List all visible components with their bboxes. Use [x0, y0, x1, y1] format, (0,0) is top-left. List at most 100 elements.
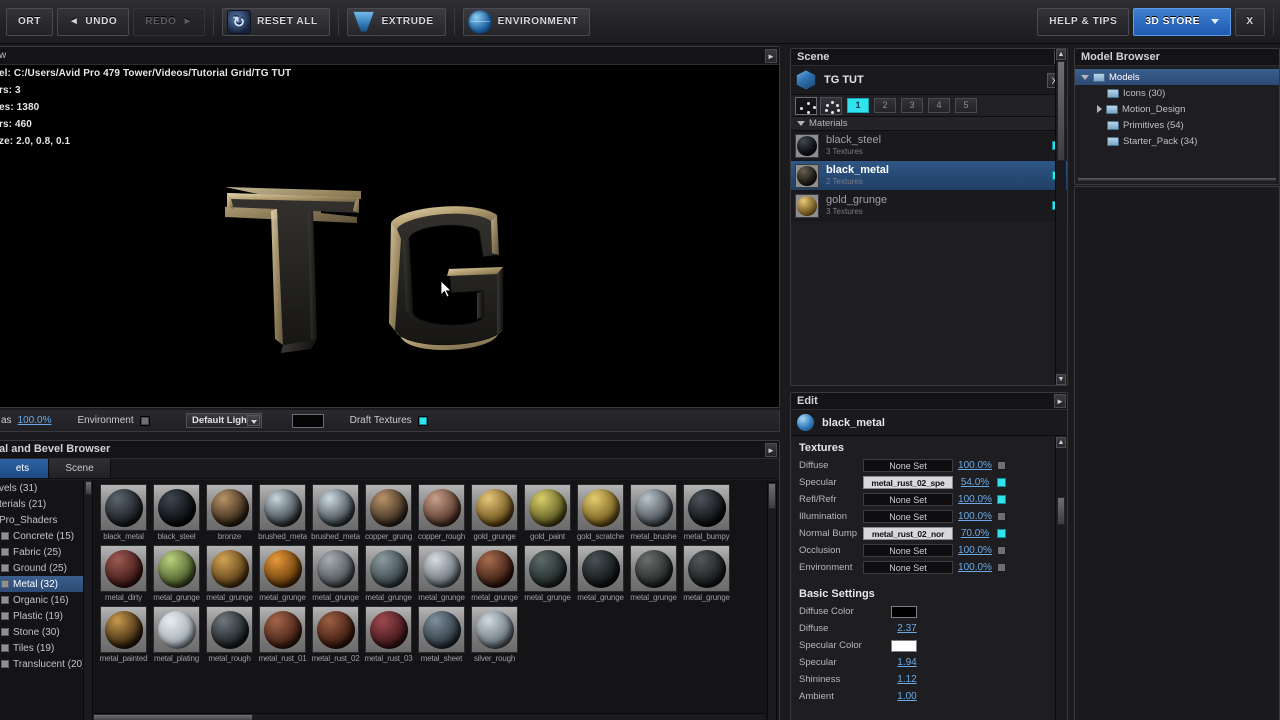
material-thumbnail-cell[interactable]: metal_grunge	[521, 545, 574, 602]
texture-map-field[interactable]: metal_rust_02_spe	[863, 476, 953, 489]
material-thumbnail-cell[interactable]: metal_grunge	[680, 545, 733, 602]
layer-button-3[interactable]: 3	[901, 98, 923, 113]
basic-setting-value[interactable]: 2.37	[877, 623, 937, 634]
help-and-tips-button[interactable]: HELP & TIPS	[1037, 7, 1130, 36]
material-thumbnail-cell[interactable]: metal_rust_03	[362, 606, 415, 663]
texture-enable-checkbox[interactable]	[997, 495, 1006, 504]
texture-amount-value[interactable]: 100.0%	[953, 562, 997, 573]
3d-scene-render[interactable]	[0, 65, 779, 407]
scene-scrollbar-thumb[interactable]	[1057, 61, 1065, 161]
material-thumbnail-cell[interactable]: metal_brushe	[627, 484, 680, 541]
material-grid-scrollbar-thumb[interactable]	[768, 483, 776, 509]
texture-amount-value[interactable]: 100.0%	[953, 460, 997, 471]
extrude-button[interactable]: EXTRUDE	[346, 7, 446, 36]
scene-node-view-button[interactable]	[795, 96, 817, 115]
texture-amount-value[interactable]: 100.0%	[953, 545, 997, 556]
texture-enable-checkbox[interactable]	[997, 512, 1006, 521]
material-thumbnail-cell[interactable]: gold_scratche	[574, 484, 627, 541]
texture-amount-value[interactable]: 54.0%	[953, 477, 997, 488]
basic-setting-value[interactable]: 1.94	[877, 657, 937, 668]
tree-scrollbar[interactable]	[83, 480, 92, 720]
viewport-expand-icon[interactable]: ►	[765, 49, 777, 63]
materials-section-header[interactable]: Materials	[791, 117, 1067, 131]
material-category-row[interactable]: vels (31)	[0, 480, 92, 496]
material-thumbnail-cell[interactable]: metal_painted	[97, 606, 150, 663]
material-category-tree[interactable]: vels (31) terials (21) Pro_Shaders Concrete…	[0, 480, 93, 720]
material-thumbnail-cell[interactable]: gold_grunge	[468, 484, 521, 541]
material-thumbnail-cell[interactable]: black_steel	[150, 484, 203, 541]
texture-enable-checkbox[interactable]	[997, 529, 1006, 538]
material-thumbnail-cell[interactable]: metal_grunge	[468, 545, 521, 602]
model-browser-splitter[interactable]	[1078, 178, 1276, 181]
environment-checkbox[interactable]	[139, 415, 150, 426]
texture-amount-value[interactable]: 70.0%	[953, 528, 997, 539]
edit-panel-expand-icon[interactable]: ►	[1054, 394, 1066, 408]
material-category-row[interactable]: Plastic (19)	[0, 608, 92, 624]
layer-button-2[interactable]: 2	[874, 98, 896, 113]
material-category-row[interactable]: Concrete (15)	[0, 528, 92, 544]
material-thumbnail-cell[interactable]: metal_dirty	[97, 545, 150, 602]
texture-enable-checkbox[interactable]	[997, 546, 1006, 555]
edit-scrollbar[interactable]: ▲	[1055, 437, 1066, 720]
material-thumbnail-cell[interactable]: silver_rough	[468, 606, 521, 663]
material-thumbnail-cell[interactable]: metal_plating	[150, 606, 203, 663]
material-category-row[interactable]: Translucent (20)	[0, 656, 92, 672]
material-category-row[interactable]: Organic (16)	[0, 592, 92, 608]
color-swatch[interactable]	[891, 605, 917, 618]
texture-map-field[interactable]: None Set	[863, 459, 953, 472]
material-thumbnail-cell[interactable]: metal_grunge	[362, 545, 415, 602]
export-button[interactable]: ORT	[6, 7, 53, 36]
texture-enable-checkbox[interactable]	[997, 478, 1006, 487]
material-thumbnail-cell[interactable]: metal_rough	[203, 606, 256, 663]
material-thumbnail-cell[interactable]: metal_grunge	[203, 545, 256, 602]
material-browser-expand-icon[interactable]: ►	[765, 443, 777, 457]
model-browser-row[interactable]: Starter_Pack (34)	[1075, 133, 1279, 149]
draft-textures-group[interactable]: Draft Textures	[350, 415, 428, 426]
scene-cluster-view-button[interactable]	[820, 96, 842, 115]
texture-amount-value[interactable]: 100.0%	[953, 511, 997, 522]
material-thumbnail-cell[interactable]: brushed_meta	[256, 484, 309, 541]
chevron-down-icon[interactable]	[246, 415, 260, 426]
model-browser-row[interactable]: Models	[1075, 69, 1279, 85]
material-category-row[interactable]: Fabric (25)	[0, 544, 92, 560]
close-button[interactable]: X	[1235, 7, 1265, 36]
model-browser-row[interactable]: Motion_Design	[1075, 101, 1279, 117]
material-grid-hscrollbar[interactable]	[93, 713, 765, 720]
scene-scroll-down-icon[interactable]: ▼	[1056, 374, 1066, 385]
model-browser-row[interactable]: Primitives (54)	[1075, 117, 1279, 133]
redo-button[interactable]: REDO ►	[133, 7, 206, 36]
tree-scrollbar-thumb[interactable]	[85, 481, 92, 495]
reset-all-button[interactable]: RESET ALL	[222, 7, 330, 36]
tab-presets[interactable]: ets	[0, 459, 49, 478]
material-category-row[interactable]: Metal (32)	[0, 576, 92, 592]
material-thumbnail-cell[interactable]: black_metal	[97, 484, 150, 541]
material-thumbnail-cell[interactable]: metal_grunge	[309, 545, 362, 602]
texture-amount-value[interactable]: 100.0%	[953, 494, 997, 505]
material-thumbnail-cell[interactable]: metal_grunge	[415, 545, 468, 602]
texture-map-field[interactable]: None Set	[863, 561, 953, 574]
undo-button[interactable]: ◄ UNDO	[56, 7, 130, 36]
material-thumbnail-cell[interactable]: metal_grunge	[627, 545, 680, 602]
material-grid-scrollbar[interactable]	[767, 482, 777, 720]
material-category-row[interactable]: Tiles (19)	[0, 640, 92, 656]
material-thumbnail-cell[interactable]: metal_sheet	[415, 606, 468, 663]
texture-map-field[interactable]: None Set	[863, 510, 953, 523]
scene-object-row[interactable]: TG TUT X	[791, 66, 1067, 95]
layer-button-1[interactable]: 1	[847, 98, 869, 113]
edit-scroll-up-icon[interactable]: ▲	[1056, 437, 1066, 448]
layer-button-5[interactable]: 5	[955, 98, 977, 113]
scene-material-row[interactable]: black_steel 3 Textures	[791, 131, 1067, 161]
texture-map-field[interactable]: metal_rust_02_nor	[863, 527, 953, 540]
tab-scene[interactable]: Scene	[49, 459, 111, 478]
viewport-panel[interactable]: w ► el: C:/Users/Avid Pro 479 Tower/Vide…	[0, 46, 780, 408]
edit-scrollbar-thumb[interactable]	[1057, 497, 1065, 525]
texture-map-field[interactable]: None Set	[863, 493, 953, 506]
scene-scroll-up-icon[interactable]: ▲	[1056, 49, 1066, 60]
scene-material-row[interactable]: gold_grunge 3 Textures	[791, 191, 1067, 221]
material-thumbnail-cell[interactable]: gold_paint	[521, 484, 574, 541]
layer-button-4[interactable]: 4	[928, 98, 950, 113]
material-thumbnail-cell[interactable]: brushed_meta	[309, 484, 362, 541]
material-category-row[interactable]: Ground (25)	[0, 560, 92, 576]
basic-setting-value[interactable]: 1.12	[877, 674, 937, 685]
material-category-row[interactable]: Pro_Shaders	[0, 512, 92, 528]
